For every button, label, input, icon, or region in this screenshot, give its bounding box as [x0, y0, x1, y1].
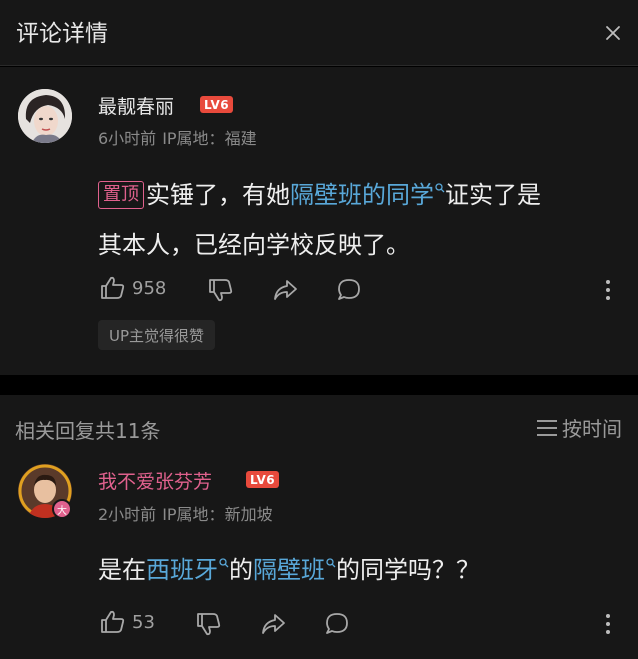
close-button[interactable] — [596, 16, 630, 50]
like-count: 53 — [132, 611, 155, 633]
search-icon — [326, 558, 336, 568]
content-text: 是在 — [98, 556, 146, 584]
search-link-text: 隔壁班的同学 — [290, 181, 434, 209]
up-liked-tag: UP主觉得很赞 — [98, 320, 216, 350]
dislike-icon — [197, 613, 221, 636]
share-button[interactable] — [272, 278, 298, 302]
like-icon — [101, 610, 125, 633]
comment-icon — [338, 279, 360, 300]
like-icon — [101, 276, 125, 299]
sort-label: 按时间 — [562, 417, 622, 441]
like-button[interactable]: 53 — [100, 610, 155, 634]
sort-button[interactable]: 按时间 — [536, 413, 622, 442]
comment-icon — [326, 613, 348, 634]
pinned-tag: 置顶 — [98, 181, 144, 209]
level-badge: LV6 — [200, 96, 234, 113]
comment-content: 置顶 实锤了，有她隔壁班的同学 证实了是 其本人，已经向学校反映了。 — [98, 170, 628, 270]
replies-count: 相关回复共11条 — [15, 419, 161, 443]
main-comment: 最靓春丽 LV6 6小时前 IP属地：福建 置顶 实锤了，有她隔壁班的同学 证实了是 … — [0, 67, 638, 375]
avatar[interactable] — [18, 89, 72, 143]
page-title: 评论详情 — [16, 21, 108, 47]
more-button[interactable] — [600, 611, 616, 637]
username[interactable]: 最靓春丽 — [98, 92, 174, 119]
ip-label: IP属地： — [162, 505, 225, 524]
share-icon — [262, 614, 285, 634]
dislike-button[interactable] — [208, 278, 234, 302]
search-link-text: 西班牙 — [146, 556, 218, 584]
ip-location: 福建 — [224, 129, 257, 148]
content-text: 的同学吗？？ — [336, 556, 480, 584]
content-text: 证实了是 — [445, 181, 541, 209]
more-button[interactable] — [600, 277, 616, 303]
search-link[interactable]: 隔壁班 — [253, 556, 336, 584]
search-link-text: 隔壁班 — [253, 556, 325, 584]
search-link[interactable]: 隔壁班的同学 — [290, 181, 445, 209]
ip-label: IP属地： — [162, 129, 225, 148]
like-count: 958 — [132, 277, 167, 299]
dislike-button[interactable] — [196, 612, 222, 636]
share-button[interactable] — [260, 612, 286, 636]
comment-button[interactable] — [336, 278, 362, 302]
search-link[interactable]: 西班牙 — [146, 556, 229, 584]
close-icon — [606, 26, 620, 40]
avatar-badge: 大 — [52, 499, 72, 519]
comment-button[interactable] — [324, 612, 350, 636]
content-text: 实锤了，有她 — [146, 181, 290, 209]
comment-time: 6小时前 — [98, 129, 157, 148]
comment-time: 2小时前 — [98, 505, 157, 524]
sort-icon — [537, 419, 557, 436]
header: 评论详情 — [0, 0, 638, 66]
comment-meta: 6小时前 IP属地：福建 — [98, 125, 257, 149]
level-badge: LV6 — [246, 471, 280, 488]
search-icon — [435, 183, 445, 193]
dislike-icon — [209, 279, 233, 302]
reply-content: 是在西班牙 的隔壁班 的同学吗？？ — [98, 545, 628, 595]
username[interactable]: 我不爱张芬芳 — [98, 467, 212, 494]
more-icon — [606, 280, 610, 300]
like-button[interactable]: 958 — [100, 276, 166, 300]
content-text: 其本人，已经向学校反映了。 — [98, 231, 410, 259]
content-text: 的 — [229, 556, 253, 584]
more-icon — [606, 614, 610, 634]
search-icon — [219, 558, 229, 568]
section-divider — [0, 375, 638, 395]
replies-section: 相关回复共11条 按时间 大 我不爱张芬芳 LV6 2小时前 IP属地：新加坡 是… — [0, 395, 638, 659]
ip-location: 新加坡 — [224, 505, 273, 524]
comment-meta: 2小时前 IP属地：新加坡 — [98, 501, 273, 525]
share-icon — [274, 280, 297, 300]
